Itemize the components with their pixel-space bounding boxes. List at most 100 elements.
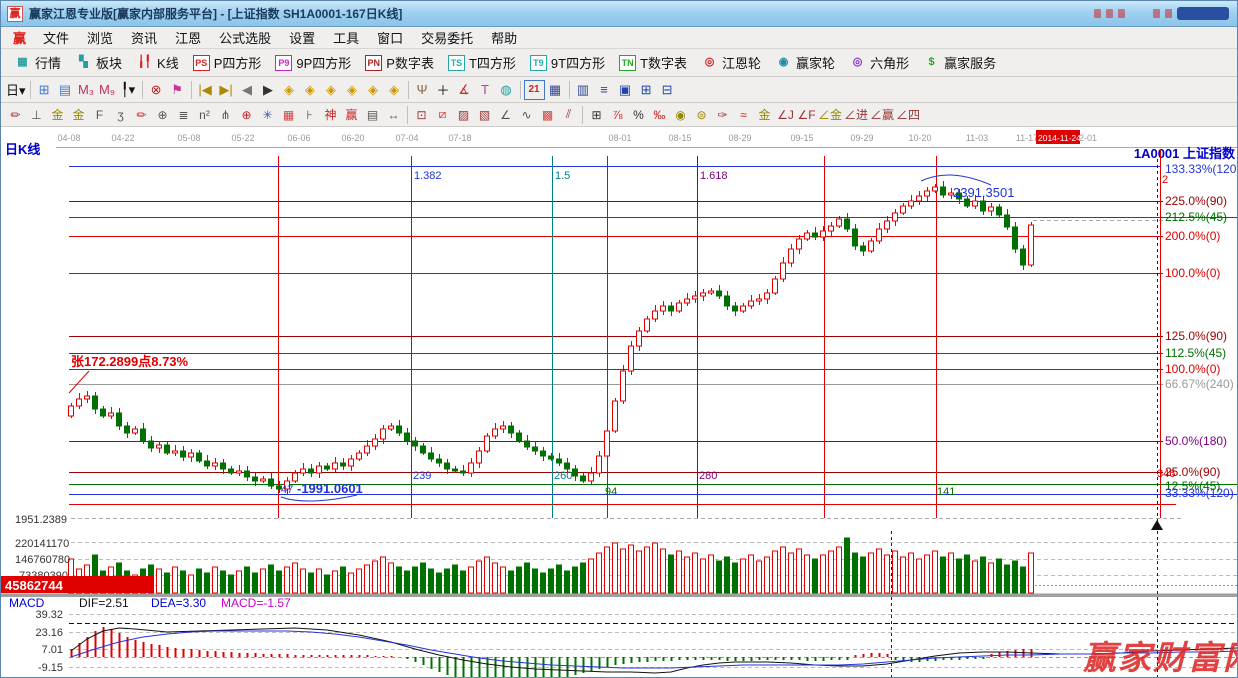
toolbar-p-table-button[interactable]: PNP数字表 <box>358 51 441 74</box>
grid-shade-1-icon[interactable]: ▨ <box>453 106 474 124</box>
angle-tool-icon[interactable]: ∡ <box>454 80 475 100</box>
period-day-icon[interactable]: 日▾ <box>5 80 27 100</box>
last-bar-icon[interactable]: ▶| <box>216 80 237 100</box>
menu-item-1[interactable]: 浏览 <box>78 28 122 47</box>
ying-tool-icon[interactable]: 赢 <box>341 106 362 124</box>
slope-jin-icon[interactable]: ∠进 <box>843 106 869 124</box>
zoom-left-icon[interactable]: ◈ <box>279 80 300 100</box>
h-lines-icon[interactable]: ≣ <box>173 106 194 124</box>
fibonacci-icon[interactable]: F <box>89 106 110 124</box>
network-icon[interactable]: ⊞ <box>34 80 55 100</box>
zoom-fit-icon[interactable]: ◈ <box>384 80 405 100</box>
save-icon[interactable]: ▣ <box>615 80 636 100</box>
toolbar-9p-square-button[interactable]: P99P四方形 <box>268 51 358 74</box>
candle-body <box>141 429 146 441</box>
export-icon[interactable]: ⊞ <box>636 80 657 100</box>
toolbar-sectors-button[interactable]: ▚板块 <box>68 51 129 74</box>
gold-circle-icon[interactable]: ◉ <box>670 106 691 124</box>
zoom-h-icon[interactable]: ◈ <box>321 80 342 100</box>
chart-9-icon[interactable]: M₉ <box>97 80 118 100</box>
next-bar-icon[interactable]: ▶ <box>258 80 279 100</box>
grid-slash-icon[interactable]: ⫽ <box>558 106 579 124</box>
pct-band-icon[interactable]: ⅞ <box>607 106 628 124</box>
band-tool-icon[interactable]: ≈ <box>733 106 754 124</box>
menu-item-0[interactable]: 文件 <box>34 28 78 47</box>
crosshair-icon[interactable]: ＋ <box>433 80 454 100</box>
shirt-tool-icon[interactable]: T <box>475 80 496 100</box>
prev-bar-icon[interactable]: ◀ <box>237 80 258 100</box>
gold-section-1-icon[interactable]: 金 <box>47 106 68 124</box>
notes-icon[interactable]: ≡ <box>594 80 615 100</box>
wave-tool-icon[interactable]: ∿ <box>516 106 537 124</box>
toolbar-winner-service-button[interactable]: $赢家服务 <box>916 51 1003 74</box>
menu-item-9[interactable]: 帮助 <box>482 28 526 47</box>
stock-select-icon[interactable]: ⊗ <box>146 80 167 100</box>
compass-icon[interactable]: ⊕ <box>236 106 257 124</box>
zoom-in-icon[interactable]: ◈ <box>342 80 363 100</box>
gold-section-2-icon[interactable]: 金 <box>68 106 89 124</box>
menu-item-5[interactable]: 设置 <box>280 28 324 47</box>
toolbar-gann-wheel-button[interactable]: ◎江恩轮 <box>694 51 768 74</box>
kline-chart-canvas[interactable]: 04-0804-2205-0805-2206-0606-2007-0407-18… <box>1 127 1238 678</box>
zoom-right-icon[interactable]: ◈ <box>300 80 321 100</box>
volume-bar <box>1021 567 1026 593</box>
calendar-icon[interactable]: 21 <box>524 80 545 100</box>
menu-item-2[interactable]: 资讯 <box>122 28 166 47</box>
flag-marker-icon[interactable]: ⚑ <box>167 80 188 100</box>
chart-3-icon[interactable]: M₃ <box>76 80 97 100</box>
shen-tool-icon[interactable]: 神 <box>320 106 341 124</box>
toolbar-t-table-button[interactable]: TNT数字表 <box>612 51 694 74</box>
grid-shade-2-icon[interactable]: ▧ <box>474 106 495 124</box>
slope-gold-icon[interactable]: ∠金 <box>817 106 843 124</box>
slope-f-icon[interactable]: ∠F <box>796 106 817 124</box>
calculator-icon[interactable]: ▦ <box>545 80 566 100</box>
gann-circle-icon[interactable]: ⊕ <box>152 106 173 124</box>
rect-tool-icon[interactable]: ⊡ <box>411 106 432 124</box>
volume-bar <box>573 567 578 593</box>
pencil-red-icon[interactable]: ✏ <box>131 106 152 124</box>
hand-drag-icon[interactable]: Ψ <box>412 80 433 100</box>
candle-style-icon[interactable]: ╿▾ <box>118 80 139 100</box>
data-table-icon[interactable]: ▥ <box>573 80 594 100</box>
bracket-icon[interactable]: ⊦ <box>299 106 320 124</box>
gann-grid-icon[interactable]: ⊥ <box>26 106 47 124</box>
toolbar-kline-button[interactable]: ╽╿K线 <box>129 51 186 74</box>
spiral-icon[interactable]: ʒ <box>110 106 131 124</box>
width-tool-icon[interactable]: ↔ <box>383 106 404 124</box>
gold-level-icon[interactable]: ⊜ <box>691 106 712 124</box>
brain-tool-icon[interactable]: ◍ <box>496 80 517 100</box>
toolbar-quotes-button[interactable]: ▦行情 <box>7 51 68 74</box>
menu-item-7[interactable]: 窗口 <box>368 28 412 47</box>
info-doc-icon[interactable]: ▤ <box>55 80 76 100</box>
angle-line-icon[interactable]: ∠ <box>495 106 516 124</box>
pencil-icon[interactable]: ✏ <box>5 106 26 124</box>
gold-line-icon[interactable]: 金 <box>754 106 775 124</box>
first-bar-icon[interactable]: |◀ <box>195 80 216 100</box>
toolbar-p-square-button[interactable]: PSP四方形 <box>186 51 269 74</box>
menu-item-3[interactable]: 江恩 <box>166 28 210 47</box>
toolbar-winner-wheel-button[interactable]: ◉赢家轮 <box>768 51 842 74</box>
ruler-pct-icon[interactable]: ⊞ <box>586 106 607 124</box>
brush-icon[interactable]: ✑ <box>712 106 733 124</box>
grid-fine-icon[interactable]: ▩ <box>537 106 558 124</box>
menu-item-8[interactable]: 交易委托 <box>412 28 482 47</box>
toolbar-hexagon-button[interactable]: ◎六角形 <box>842 51 916 74</box>
slope-si-icon[interactable]: ∠四 <box>895 106 921 124</box>
grid-123-icon[interactable]: ▤ <box>362 106 383 124</box>
menu-item-4[interactable]: 公式选股 <box>210 28 280 47</box>
zoom-out-icon[interactable]: ◈ <box>363 80 384 100</box>
print-icon[interactable]: ⊟ <box>657 80 678 100</box>
box-grid-icon[interactable]: ▦ <box>278 106 299 124</box>
toolbar-t-square-button[interactable]: TST四方形 <box>441 51 523 74</box>
titlebar-button[interactable] <box>1177 7 1229 20</box>
star-grid-icon[interactable]: ✳ <box>257 106 278 124</box>
menu-item-6[interactable]: 工具 <box>324 28 368 47</box>
fan-lines-icon[interactable]: ⧄ <box>432 106 453 124</box>
n-square-icon[interactable]: n² <box>194 106 215 124</box>
slope-ying-icon[interactable]: ∠赢 <box>869 106 895 124</box>
percent-icon[interactable]: % <box>628 106 649 124</box>
slope-j-icon[interactable]: ∠J <box>775 106 796 124</box>
permille-icon[interactable]: ‰ <box>649 106 670 124</box>
toolbar-9t-square-button[interactable]: T99T四方形 <box>523 51 612 74</box>
mirror-icon[interactable]: ⋔ <box>215 106 236 124</box>
